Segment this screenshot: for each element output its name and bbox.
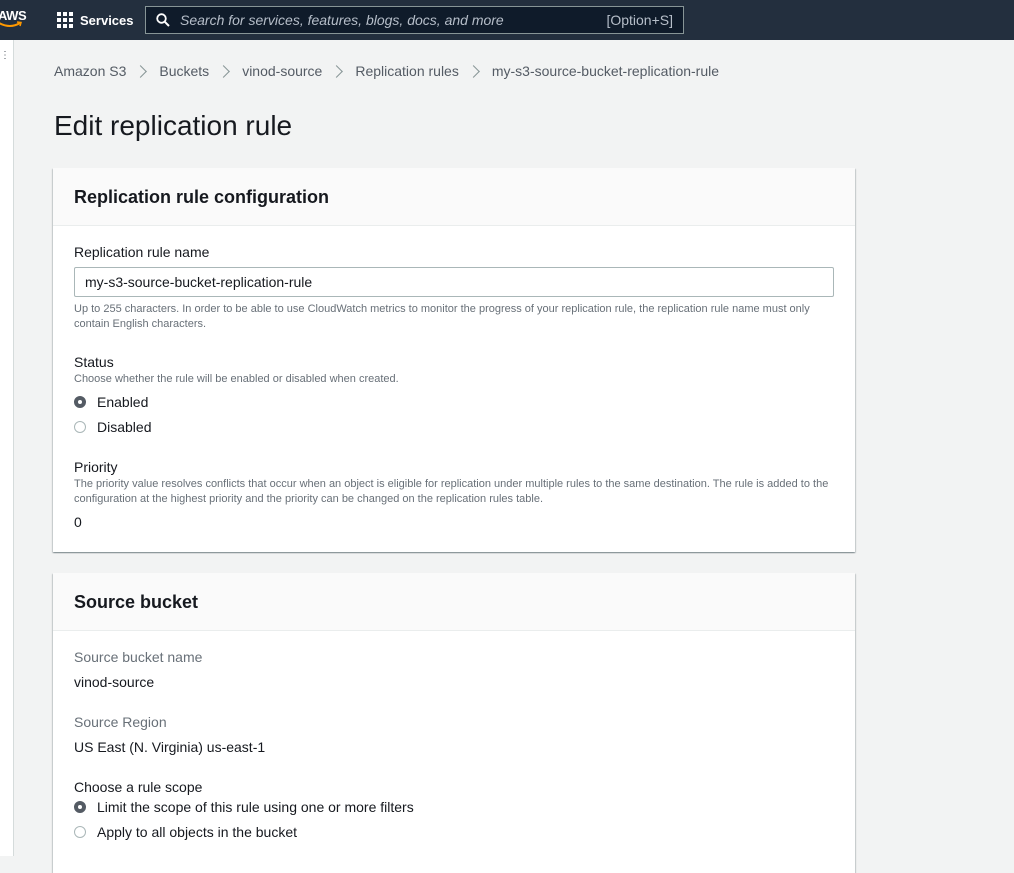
chevron-right-icon — [466, 64, 480, 78]
source-bucket-name-label: Source bucket name — [74, 649, 203, 665]
radio-unchecked-icon[interactable] — [74, 826, 86, 838]
aws-logo[interactable]: AWS — [0, 7, 27, 31]
panel-title: Replication rule configuration — [74, 187, 330, 207]
radio-checked-icon[interactable] — [74, 801, 86, 813]
search-input[interactable]: Search for services, features, blogs, do… — [145, 6, 684, 34]
status-label: Status — [74, 354, 114, 370]
aws-smile-icon — [0, 21, 22, 27]
breadcrumb-replication-rules[interactable]: Replication rules — [355, 63, 459, 79]
status-description: Choose whether the rule will be enabled … — [74, 373, 399, 385]
radio-unchecked-icon[interactable] — [74, 421, 86, 433]
breadcrumb: Amazon S3 Buckets vinod-source Replicati… — [54, 63, 719, 79]
chevron-right-icon — [134, 64, 148, 78]
breadcrumb-buckets[interactable]: Buckets — [159, 63, 209, 79]
page-title: Edit replication rule — [54, 110, 293, 141]
scope-filter-radio[interactable]: Limit the scope of this rule using one o… — [74, 799, 414, 815]
priority-value: 0 — [74, 514, 82, 530]
rule-scope-label: Choose a rule scope — [74, 779, 203, 795]
rule-name-input[interactable] — [74, 267, 834, 297]
rule-name-hint: Up to 255 characters. In order to be abl… — [74, 303, 810, 330]
priority-label: Priority — [74, 459, 118, 475]
scope-all-objects-radio[interactable]: Apply to all objects in the bucket — [74, 824, 297, 840]
search-shortcut-hint: [Option+S] — [606, 12, 673, 28]
top-navigation-bar: AWS Services Search for services, featur… — [0, 0, 1014, 40]
search-placeholder: Search for services, features, blogs, do… — [180, 12, 504, 28]
status-enabled-radio[interactable]: Enabled — [74, 394, 148, 410]
breadcrumb-amazon-s3[interactable]: Amazon S3 — [54, 63, 126, 79]
chevron-right-icon — [217, 64, 231, 78]
status-option-label: Enabled — [97, 394, 149, 410]
grid-icon — [57, 12, 73, 28]
status-disabled-radio[interactable]: Disabled — [74, 419, 151, 435]
priority-description: The priority value resolves conflicts th… — [74, 478, 829, 505]
panel-title: Source bucket — [74, 592, 199, 612]
breadcrumb-current-rule: my-s3-source-bucket-replication-rule — [491, 63, 720, 79]
scope-option-label: Apply to all objects in the bucket — [97, 824, 298, 840]
source-region-value: US East (N. Virginia) us-east-1 — [74, 739, 266, 755]
chevron-right-icon — [330, 64, 344, 78]
services-menu-button[interactable]: Services — [57, 10, 134, 30]
side-navigation-toggle-rail[interactable]: ⋮ — [0, 40, 14, 856]
menu-icon[interactable]: ⋮ — [0, 51, 10, 61]
status-option-label: Disabled — [97, 419, 152, 435]
rule-name-label: Replication rule name — [74, 244, 210, 260]
search-icon — [156, 13, 170, 27]
scope-option-label: Limit the scope of this rule using one o… — [97, 799, 414, 815]
breadcrumb-bucket[interactable]: vinod-source — [242, 63, 322, 79]
panel-header: Source bucket — [53, 573, 855, 631]
radio-checked-icon[interactable] — [74, 396, 86, 408]
source-region-label: Source Region — [74, 714, 167, 730]
services-label: Services — [80, 12, 134, 28]
panel-header: Replication rule configuration — [53, 168, 855, 226]
source-bucket-panel: Source bucket Source bucket name vinod-s… — [53, 573, 855, 873]
replication-rule-configuration-panel: Replication rule configuration Replicati… — [53, 168, 855, 552]
source-bucket-name-value: vinod-source — [74, 674, 155, 690]
